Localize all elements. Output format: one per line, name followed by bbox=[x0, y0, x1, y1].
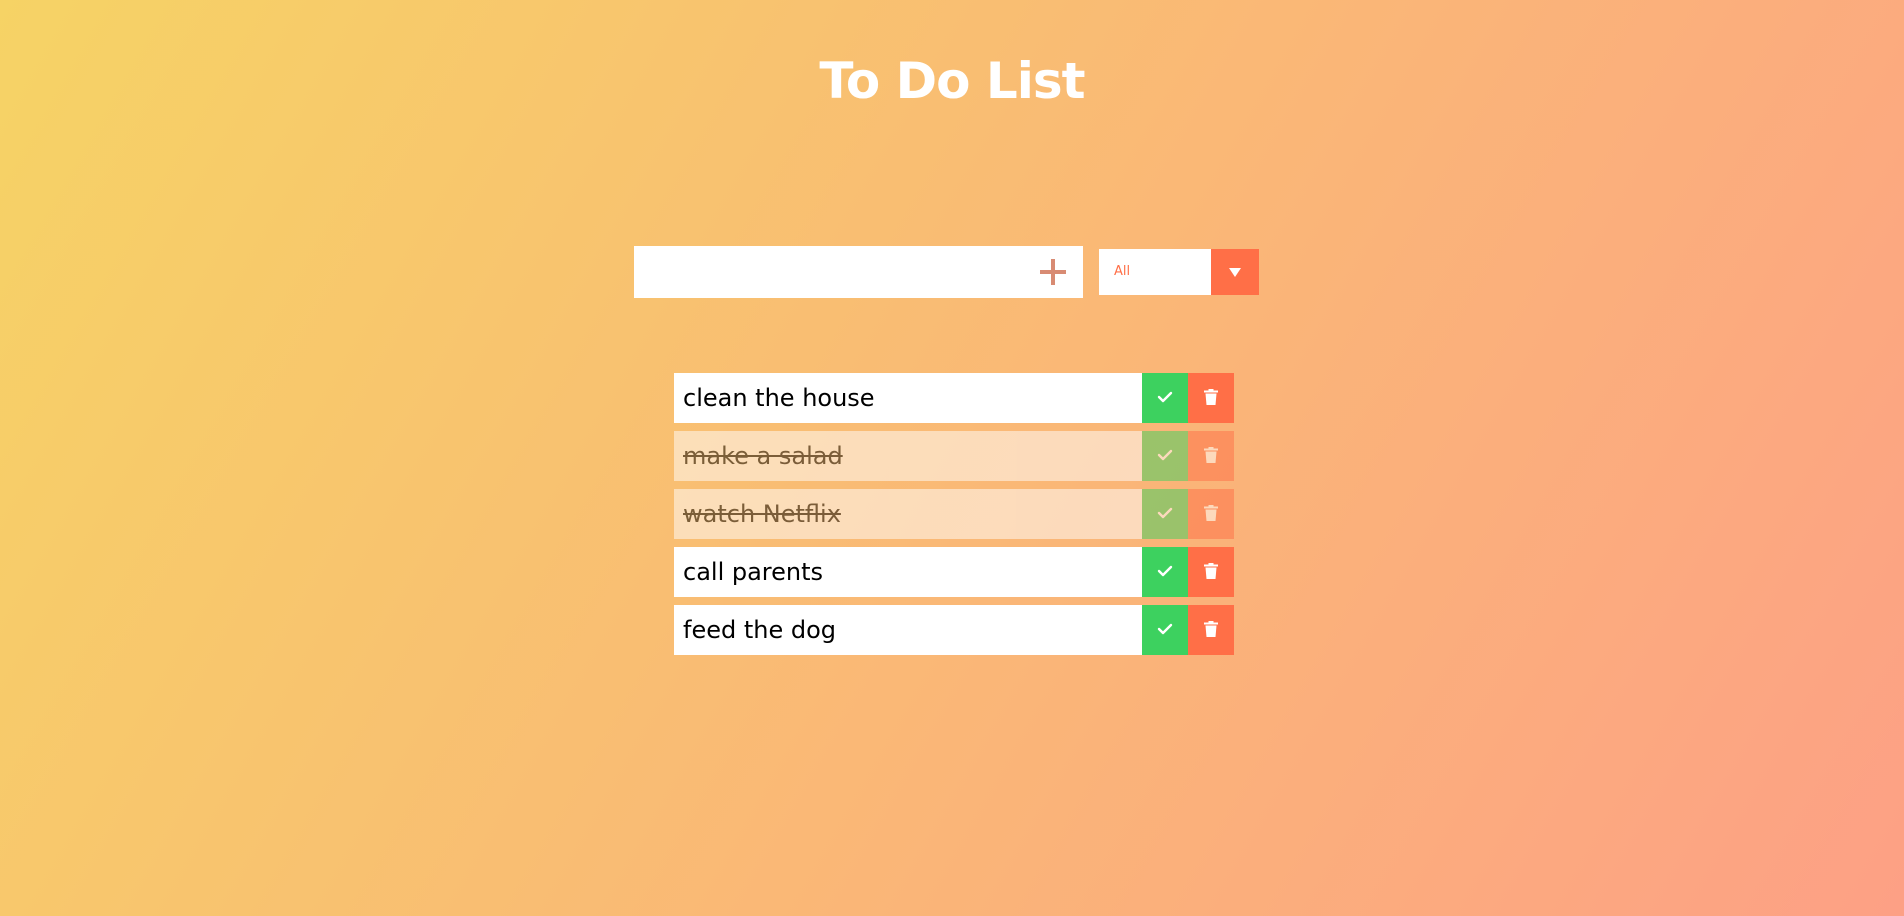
trash-icon bbox=[1204, 504, 1218, 524]
todo-list: clean the house make a salad watch Netflix… bbox=[674, 373, 1234, 663]
plus-icon bbox=[1023, 258, 1083, 286]
add-todo-form bbox=[634, 246, 1083, 298]
check-icon bbox=[1157, 623, 1173, 638]
complete-button[interactable] bbox=[1142, 547, 1188, 597]
todo-item: make a salad bbox=[674, 431, 1234, 481]
delete-button[interactable] bbox=[1188, 547, 1234, 597]
filter-select[interactable]: All bbox=[1099, 249, 1259, 295]
trash-icon bbox=[1204, 620, 1218, 640]
todo-text: watch Netflix bbox=[683, 500, 841, 528]
trash-icon bbox=[1204, 562, 1218, 582]
trash-icon bbox=[1204, 388, 1218, 408]
add-todo-button[interactable] bbox=[1023, 246, 1083, 298]
complete-button[interactable] bbox=[1142, 431, 1188, 481]
todo-text: make a salad bbox=[683, 442, 843, 470]
caret-down-icon bbox=[1229, 268, 1241, 277]
todo-input[interactable] bbox=[634, 246, 1014, 298]
delete-button[interactable] bbox=[1188, 373, 1234, 423]
check-icon bbox=[1157, 449, 1173, 464]
check-icon bbox=[1157, 507, 1173, 522]
trash-icon bbox=[1204, 446, 1218, 466]
todo-item: call parents bbox=[674, 547, 1234, 597]
complete-button[interactable] bbox=[1142, 489, 1188, 539]
todo-item: feed the dog bbox=[674, 605, 1234, 655]
delete-button[interactable] bbox=[1188, 605, 1234, 655]
filter-selected-value: All bbox=[1114, 264, 1131, 279]
page-title: To Do List bbox=[819, 52, 1085, 110]
todo-item: clean the house bbox=[674, 373, 1234, 423]
delete-button[interactable] bbox=[1188, 489, 1234, 539]
todo-item: watch Netflix bbox=[674, 489, 1234, 539]
delete-button[interactable] bbox=[1188, 431, 1234, 481]
check-icon bbox=[1157, 391, 1173, 406]
complete-button[interactable] bbox=[1142, 605, 1188, 655]
filter-dropdown-button[interactable] bbox=[1211, 249, 1259, 295]
todo-text: feed the dog bbox=[683, 616, 837, 644]
complete-button[interactable] bbox=[1142, 373, 1188, 423]
todo-text: clean the house bbox=[683, 384, 875, 412]
check-icon bbox=[1157, 565, 1173, 580]
todo-text: call parents bbox=[683, 558, 824, 586]
